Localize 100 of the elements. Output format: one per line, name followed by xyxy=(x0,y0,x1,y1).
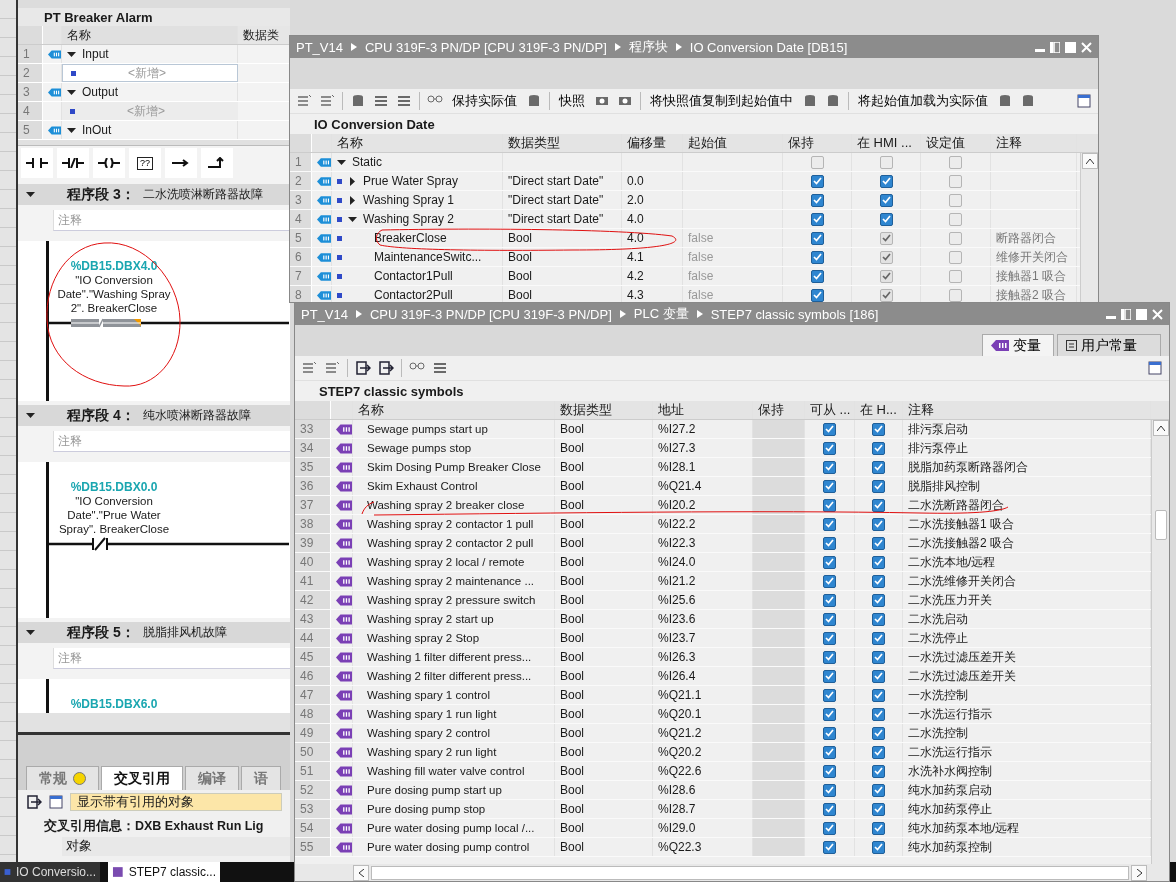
tag-name[interactable]: Washing spary 1 control xyxy=(367,689,490,701)
scroll-thumb[interactable] xyxy=(1154,510,1167,540)
checkbox[interactable] xyxy=(810,231,824,245)
expand-icon[interactable] xyxy=(67,125,76,135)
tag-name[interactable]: Washing spray 2 contactor 2 pull xyxy=(367,537,534,549)
checkbox[interactable] xyxy=(823,802,836,816)
checkbox[interactable] xyxy=(810,250,824,264)
editor-tab[interactable]: 变量 xyxy=(982,334,1054,356)
checkbox[interactable] xyxy=(823,707,836,721)
list-icon[interactable] xyxy=(396,93,412,109)
float-icon[interactable] xyxy=(1050,41,1060,53)
tag-name[interactable]: Washing spray 2 pressure switch xyxy=(367,594,536,606)
ladder-tool-button[interactable]: ?? xyxy=(129,148,161,178)
checkbox[interactable] xyxy=(823,688,836,702)
insert-row-icon[interactable] xyxy=(296,93,312,109)
checkbox[interactable] xyxy=(810,212,824,226)
section-name[interactable]: Input xyxy=(82,47,109,61)
tag-name[interactable]: Washing spary 2 run light xyxy=(367,746,497,758)
checkbox[interactable] xyxy=(872,840,885,854)
insert-row-icon[interactable] xyxy=(319,93,335,109)
inspector-tab[interactable]: 编译 xyxy=(185,766,239,790)
checkbox[interactable] xyxy=(872,574,885,588)
database-icon[interactable] xyxy=(802,93,818,109)
database-icon[interactable] xyxy=(825,93,841,109)
editor-tab[interactable]: 用户常量 xyxy=(1057,334,1161,356)
checkbox[interactable] xyxy=(872,783,885,797)
collapse-icon[interactable] xyxy=(26,628,35,637)
toolbar-button[interactable]: 保持实际值 xyxy=(450,92,519,110)
tag-name[interactable]: Washing 1 filter different press... xyxy=(367,651,532,663)
inspector-tab[interactable]: 交叉引用 xyxy=(101,766,183,790)
checkbox[interactable] xyxy=(823,631,836,645)
checkbox[interactable] xyxy=(823,536,836,550)
expand-icon[interactable] xyxy=(67,87,76,97)
variable-name[interactable]: Washing Spray 1 xyxy=(363,193,454,207)
scrollbar[interactable] xyxy=(1080,153,1098,302)
checkbox[interactable] xyxy=(872,498,885,512)
expand-icon[interactable] xyxy=(337,157,346,167)
checkbox[interactable] xyxy=(879,174,893,188)
taskbar-item[interactable]: IO Conversio... xyxy=(0,862,100,882)
horizontal-scrollbar[interactable] xyxy=(18,140,290,146)
checkbox[interactable] xyxy=(872,555,885,569)
ladder-tool-button[interactable] xyxy=(21,148,53,178)
ladder-tool-button[interactable] xyxy=(57,148,89,178)
checkbox[interactable] xyxy=(872,460,885,474)
taskbar-item[interactable]: STEP7 classic... xyxy=(108,862,220,882)
expand-icon[interactable] xyxy=(348,195,357,205)
insert-row-icon[interactable] xyxy=(301,360,317,376)
checkbox[interactable] xyxy=(823,650,836,664)
tag-name[interactable]: Washing spray 2 maintenance ... xyxy=(367,575,535,587)
checkbox[interactable] xyxy=(872,612,885,626)
toolbar-button[interactable]: 将起始值加载为实际值 xyxy=(856,92,990,110)
filter-field[interactable]: 显示带有引用的对象 xyxy=(70,793,282,811)
ladder-tool-button[interactable] xyxy=(201,148,233,178)
list-icon[interactable] xyxy=(432,360,448,376)
variable-name[interactable]: Prue Water Spray xyxy=(363,174,458,188)
checkbox[interactable] xyxy=(823,441,836,455)
checkbox[interactable] xyxy=(872,517,885,531)
checkbox[interactable] xyxy=(872,441,885,455)
checkbox[interactable] xyxy=(872,650,885,664)
expand-icon[interactable] xyxy=(348,214,357,224)
list-icon[interactable] xyxy=(373,93,389,109)
checkbox[interactable] xyxy=(823,612,836,626)
tag-name[interactable]: Washing spray 2 breaker close xyxy=(367,499,525,511)
checkbox[interactable] xyxy=(872,745,885,759)
scroll-right-button[interactable] xyxy=(1131,864,1147,881)
inspector-tab[interactable]: 语 xyxy=(241,766,281,790)
ladder-tool-button[interactable] xyxy=(165,148,197,178)
checkbox[interactable] xyxy=(810,288,824,302)
checkbox[interactable] xyxy=(872,688,885,702)
scroll-up-button[interactable] xyxy=(1152,420,1169,436)
tag-name[interactable]: Sewage pumps start up xyxy=(367,423,488,435)
checkbox[interactable] xyxy=(823,726,836,740)
ladder-rung-drawing[interactable] xyxy=(49,536,289,552)
checkbox[interactable] xyxy=(823,422,836,436)
database-icon[interactable] xyxy=(997,93,1013,109)
variable-name[interactable]: Contactor2Pull xyxy=(374,288,453,302)
tag-name[interactable]: Washing spary 1 run light xyxy=(367,708,497,720)
collapse-icon[interactable] xyxy=(26,411,35,420)
checkbox[interactable] xyxy=(810,269,824,283)
checkbox[interactable] xyxy=(872,764,885,778)
toolbar-button[interactable]: 快照 xyxy=(557,92,587,110)
checkbox[interactable] xyxy=(872,669,885,683)
checkbox[interactable] xyxy=(872,726,885,740)
scroll-left-button[interactable] xyxy=(353,864,369,881)
close-icon[interactable] xyxy=(1081,41,1092,53)
checkbox[interactable] xyxy=(872,422,885,436)
database-icon[interactable] xyxy=(1020,93,1036,109)
scroll-up-button[interactable] xyxy=(1081,153,1098,169)
checkbox[interactable] xyxy=(810,174,824,188)
variable-name[interactable]: MaintenanceSwitc... xyxy=(374,250,482,264)
checkbox[interactable] xyxy=(872,631,885,645)
section-name[interactable]: Output xyxy=(82,85,119,99)
checkbox[interactable] xyxy=(823,593,836,607)
tag-name[interactable]: Washing spray 2 contactor 1 pull xyxy=(367,518,534,530)
tag-name[interactable]: Skim Dosing Pump Breaker Close xyxy=(367,461,541,473)
tag-name[interactable]: Pure dosing pump start up xyxy=(367,784,502,796)
checkbox[interactable] xyxy=(823,669,836,683)
checkbox[interactable] xyxy=(823,479,836,493)
close-icon[interactable] xyxy=(1152,308,1163,320)
checkbox[interactable] xyxy=(823,783,836,797)
